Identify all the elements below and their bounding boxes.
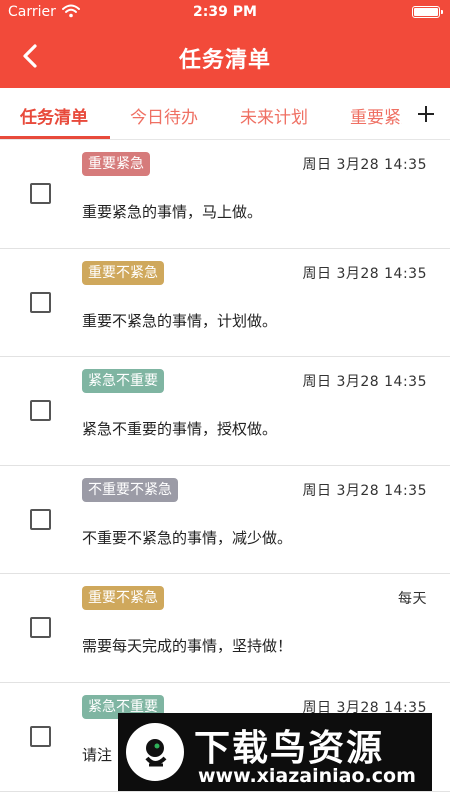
task-row[interactable]: 重要不紧急 周日 3月28 14:35 重要不紧急的事情，计划做。	[0, 249, 450, 358]
tab-indicator	[0, 136, 110, 139]
task-checkbox[interactable]	[30, 617, 51, 639]
task-row[interactable]: 紧急不重要 周日 3月28 14:35 紧急不重要的事情，授权做。	[0, 357, 450, 466]
bird-logo-icon	[126, 723, 184, 781]
task-datetime: 每天	[398, 591, 427, 608]
priority-badge: 重要不紧急	[82, 586, 164, 611]
task-content: 不重要不紧急的事情，减少做。	[82, 528, 293, 547]
tab-task-list[interactable]: 任务清单	[20, 103, 88, 128]
task-content: 重要紧急的事情，马上做。	[82, 203, 263, 221]
plus-icon	[418, 106, 434, 122]
task-row[interactable]: 重要紧急 周日 3月28 14:35 重要紧急的事情，马上做。	[0, 140, 450, 249]
navigation-bar: 任务清单	[0, 24, 450, 88]
tab-today[interactable]: 今日待办	[130, 103, 198, 128]
task-content: 请注	[82, 745, 113, 764]
priority-badge: 不重要不紧急	[82, 477, 178, 502]
watermark-banner: 下载鸟资源 www.xiazainiao.com	[118, 713, 432, 791]
priority-badge: 紧急不重要	[82, 369, 164, 394]
task-content: 紧急不重要的事情，授权做。	[82, 420, 278, 439]
task-list: 重要紧急 周日 3月28 14:35 重要紧急的事情，马上做。 重要不紧急 周日…	[0, 140, 450, 800]
priority-badge: 重要不紧急	[82, 260, 164, 285]
watermark-title: 下载鸟资源	[194, 728, 385, 769]
task-checkbox[interactable]	[30, 291, 51, 313]
status-time: 2:39 PM	[193, 4, 257, 20]
task-content: 需要每天完成的事情，坚持做！	[82, 637, 293, 656]
task-content: 重要不紧急的事情，计划做。	[82, 311, 278, 330]
status-bar: Carrier 2:39 PM	[0, 0, 450, 24]
task-datetime: 周日 3月28 14:35	[302, 157, 427, 173]
page-title: 任务清单	[178, 48, 271, 73]
task-row[interactable]: 重要不紧急 每天 需要每天完成的事情，坚持做！	[0, 574, 450, 683]
priority-badge: 重要紧急	[82, 152, 150, 176]
tab-bar: 任务清单 今日待办 未来计划 重要紧急	[0, 88, 450, 140]
task-checkbox[interactable]	[30, 725, 51, 747]
tab-future[interactable]: 未来计划	[240, 103, 308, 128]
watermark-url: www.xiazainiao.com	[198, 765, 416, 787]
task-checkbox[interactable]	[30, 183, 51, 204]
add-tab-button[interactable]	[402, 88, 450, 139]
task-datetime: 周日 3月28 14:35	[302, 374, 427, 391]
task-row[interactable]: 不重要不紧急 周日 3月28 14:35 不重要不紧急的事情，减少做。	[0, 466, 450, 575]
task-checkbox[interactable]	[30, 508, 51, 530]
battery-icon	[412, 6, 443, 18]
task-checkbox[interactable]	[30, 400, 51, 422]
task-datetime: 周日 3月28 14:35	[302, 482, 427, 499]
task-datetime: 周日 3月28 14:35	[302, 265, 427, 282]
